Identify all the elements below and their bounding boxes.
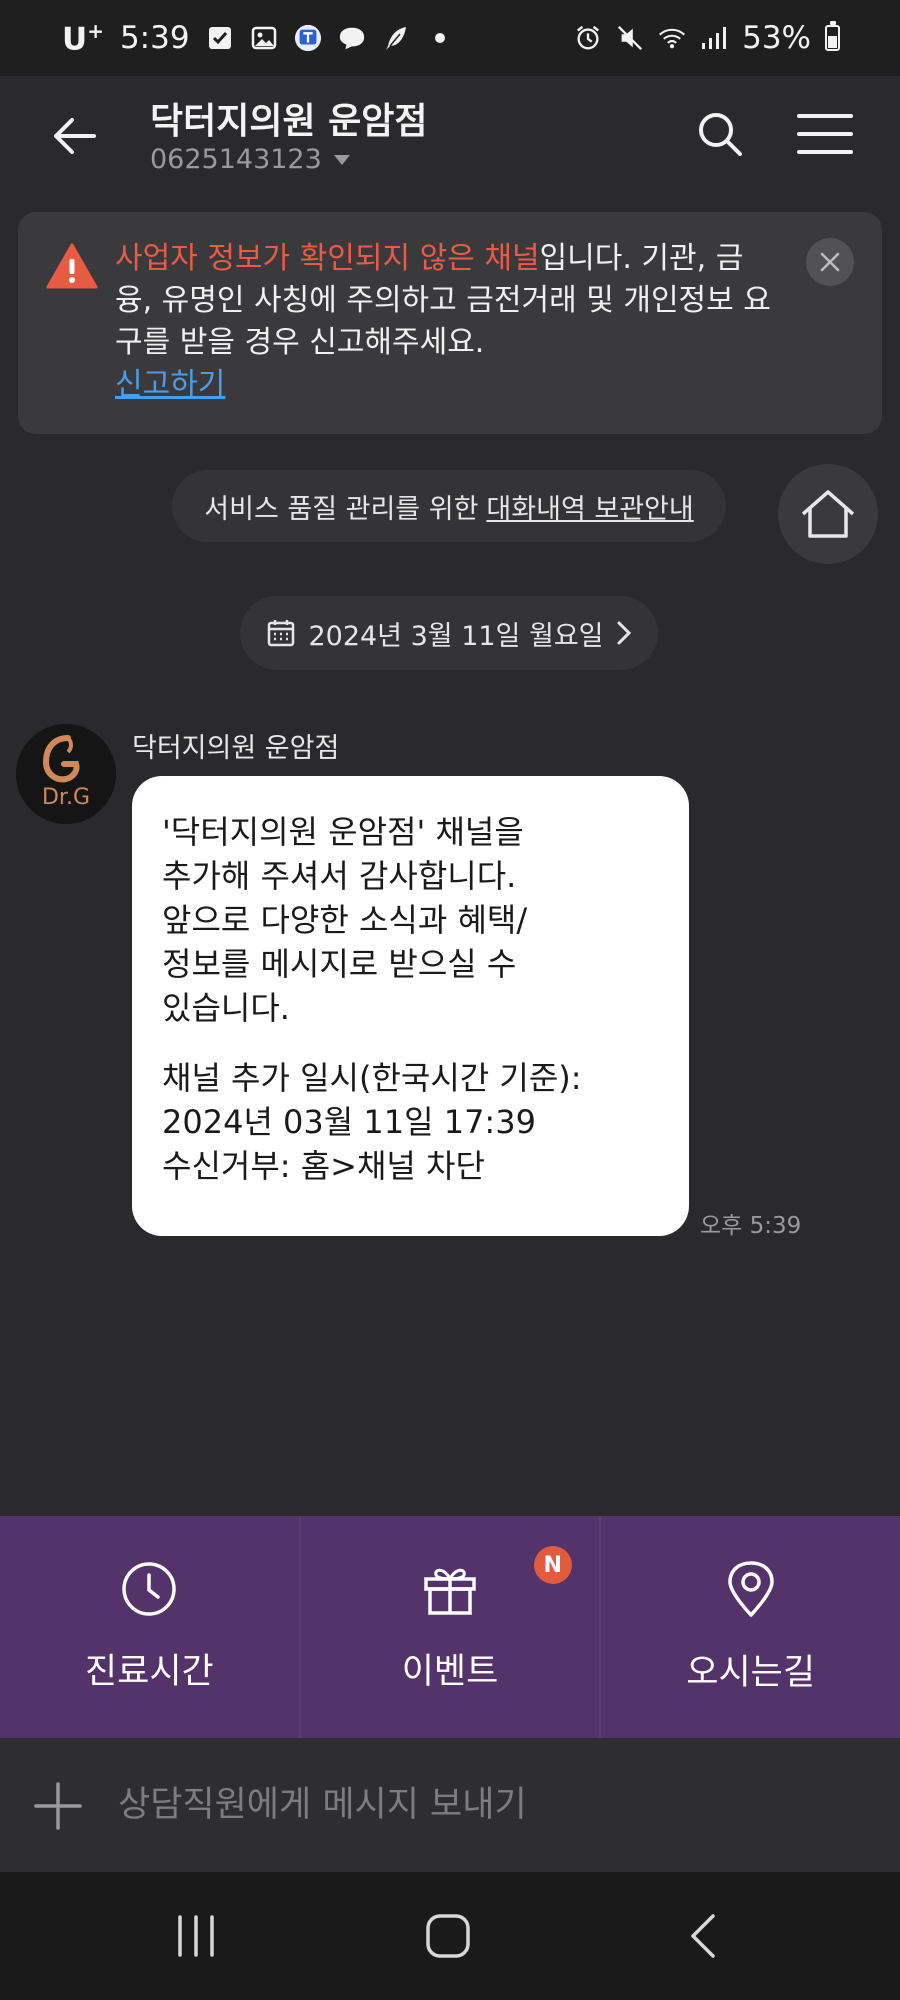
message-line: 정보를 메시지로 받으실 수 <box>162 945 517 983</box>
menu-item-directions[interactable]: 오시는길 <box>599 1516 900 1738</box>
message-timestamp: 오후 5:39 <box>700 1213 802 1239</box>
gift-icon <box>424 1568 476 1615</box>
home-nav-button[interactable] <box>418 1906 478 1966</box>
system-navigation-bar <box>0 1872 900 2000</box>
message-line: 앞으로 다양한 소식과 혜택/ <box>162 901 528 939</box>
channel-title: 닥터지의원 운암점 <box>150 101 428 142</box>
attach-button[interactable] <box>30 1778 86 1834</box>
warning-icon <box>46 243 98 289</box>
home-icon <box>801 490 855 538</box>
menu-item-event[interactable]: 이벤트 N <box>298 1516 600 1738</box>
recent-apps-icon <box>178 1915 214 1957</box>
gallery-notification-icon <box>250 24 278 52</box>
status-bar-right: 53% <box>574 0 840 76</box>
search-button[interactable] <box>690 104 750 164</box>
chevron-left-icon <box>691 1914 715 1958</box>
channel-avatar[interactable]: Dr.G <box>16 724 116 824</box>
location-pin-icon <box>727 1560 774 1617</box>
channel-phone-dropdown[interactable]: 0625143123 <box>150 144 350 175</box>
close-icon <box>820 252 840 272</box>
date-chip[interactable]: 2024년 3월 11일 월요일 <box>240 596 658 670</box>
battery-icon <box>825 21 840 51</box>
channel-bottom-menu: 진료시간 이벤트 N 오시는길 <box>0 1516 900 1738</box>
menu-item-label: 오시는길 <box>686 1652 816 1693</box>
report-link[interactable]: 신고하기 <box>115 364 225 406</box>
channel-phone: 0625143123 <box>150 144 322 175</box>
menu-item-office-hours[interactable]: 진료시간 <box>0 1516 299 1738</box>
message-line: 2024년 03월 11일 17:39 <box>162 1103 536 1141</box>
status-time: 5:39 <box>119 20 190 56</box>
chat-header: 닥터지의원 운암점 0625143123 <box>0 76 900 210</box>
message-bubble[interactable]: '닥터지의원 운암점' 채널을 추가해 주셔서 감사합니다. 앞으로 다양한 소… <box>132 776 689 1236</box>
svg-text:Dr.G: Dr.G <box>42 785 90 810</box>
app-notification-icon <box>294 24 322 52</box>
chat-retention-info-chip[interactable]: 서비스 품질 관리를 위한 대화내역 보관안내 <box>172 470 726 542</box>
menu-item-label: 진료시간 <box>84 1651 214 1692</box>
date-label: 2024년 3월 11일 월요일 <box>308 620 604 652</box>
plus-icon <box>34 1782 82 1830</box>
unverified-channel-notice: 사업자 정보가 확인되지 않은 채널입니다. 기관, 금융, 유명인 사칭에 주… <box>18 212 882 434</box>
hamburger-menu-icon <box>797 114 853 154</box>
home-square-icon <box>426 1914 470 1958</box>
message-line: 있습니다. <box>162 989 290 1027</box>
dr-g-logo-icon: Dr.G <box>16 724 116 824</box>
channel-home-button[interactable] <box>778 464 878 564</box>
new-badge: N <box>533 1546 572 1584</box>
signal-icon <box>700 24 728 52</box>
message-line: 수신거부: 홈>채널 차단 <box>162 1147 485 1185</box>
caret-down-icon <box>333 154 350 165</box>
message-line: '닥터지의원 운암점' 채널을 <box>162 813 524 851</box>
calendar-icon <box>268 620 295 647</box>
notice-close-button[interactable] <box>806 238 854 286</box>
message-line: 채널 추가 일시(한국시간 기준): <box>162 1059 582 1097</box>
more-notifications-dot-icon <box>426 24 454 52</box>
carrier-label: U+ <box>62 18 104 58</box>
message-input-bar <box>0 1738 900 1872</box>
notice-text: 사업자 정보가 확인되지 않은 채널입니다. 기관, 금융, 유명인 사칭에 주… <box>115 238 775 406</box>
wifi-icon <box>658 24 686 52</box>
message-input[interactable] <box>116 1774 840 1836</box>
arrow-left-icon <box>54 118 96 154</box>
battery-level-fill <box>828 36 837 48</box>
chat-bubble-notification-icon <box>338 24 366 52</box>
recent-apps-button[interactable] <box>166 1906 226 1966</box>
message-line: 추가해 주셔서 감사합니다. <box>162 857 517 895</box>
alarm-icon <box>574 24 602 52</box>
info-chip-link[interactable]: 대화내역 보관안내 <box>486 487 693 526</box>
clock-icon <box>122 1561 177 1616</box>
message-sender-name: 닥터지의원 운암점 <box>132 733 340 764</box>
notice-highlight-text: 사업자 정보가 확인되지 않은 채널 <box>115 241 540 276</box>
mute-icon <box>616 24 644 52</box>
feather-notification-icon <box>382 24 410 52</box>
menu-button[interactable] <box>795 104 855 164</box>
battery-percent: 53% <box>742 20 811 56</box>
chevron-right-icon <box>617 621 631 645</box>
status-bar: U+ 5:39 53% <box>0 0 900 76</box>
info-chip-text: 서비스 품질 관리를 위한 <box>204 493 479 525</box>
menu-item-label: 이벤트 <box>401 1651 499 1692</box>
back-nav-button[interactable] <box>672 1906 732 1966</box>
back-button[interactable] <box>44 106 104 166</box>
search-icon <box>699 113 742 156</box>
status-bar-left: U+ 5:39 <box>62 0 454 76</box>
checkbox-notification-icon <box>206 24 234 52</box>
